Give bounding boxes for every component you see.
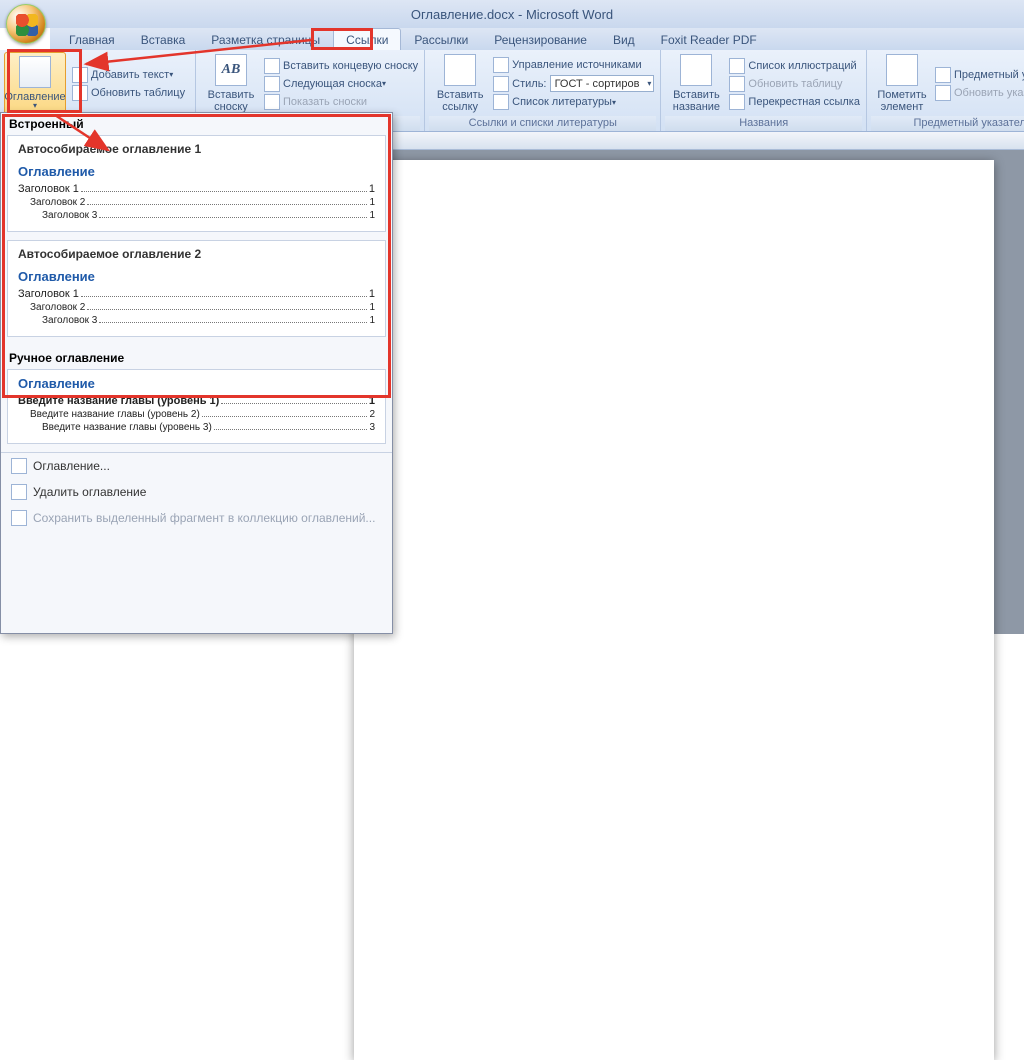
toc-save-command: Сохранить выделенный фрагмент в коллекци…: [1, 505, 392, 531]
add-text-button[interactable]: Добавить текст: [70, 66, 187, 84]
insert-footnote-button[interactable]: AB Вставить сноску: [200, 52, 262, 115]
toc-button[interactable]: Оглавление: [4, 52, 66, 115]
gallery-item-title: Оглавление: [18, 376, 375, 391]
window-title: Оглавление.docx - Microsoft Word: [411, 7, 613, 22]
mark-index-label: Пометить элемент: [877, 89, 926, 113]
update-index-button: Обновить указатель: [933, 84, 1024, 102]
citations-group-label: Ссылки и списки литературы: [429, 116, 656, 131]
citation-icon: [444, 54, 476, 86]
next-footnote-button[interactable]: Следующая сноска: [262, 75, 420, 93]
style-icon: [493, 76, 509, 92]
update-figures-icon: [729, 76, 745, 92]
workspace: [294, 150, 1024, 634]
gallery-item-manual[interactable]: Оглавление Введите название главы (урове…: [7, 369, 386, 444]
toc-remove-command[interactable]: Удалить оглавление: [1, 479, 392, 505]
document-page[interactable]: [354, 160, 994, 1060]
citation-style-row: Стиль: ГОСТ - сортиров: [491, 74, 656, 93]
gallery-item-name: Автособираемое оглавление 2: [18, 247, 375, 261]
toc-custom-command[interactable]: Оглавление...: [1, 453, 392, 479]
insert-endnote-button[interactable]: Вставить концевую сноску: [262, 57, 420, 75]
update-toc-button[interactable]: Обновить таблицу: [70, 84, 187, 102]
footnote-icon: AB: [215, 54, 247, 86]
tab-review[interactable]: Рецензирование: [481, 28, 600, 50]
toc-gallery: Встроенный Автособираемое оглавление 1 О…: [0, 112, 393, 634]
mark-index-icon: [886, 54, 918, 86]
toc-remove-icon: [11, 484, 27, 500]
horizontal-ruler: [294, 132, 1024, 150]
manage-sources-button[interactable]: Управление источниками: [491, 56, 656, 74]
manage-sources-icon: [493, 57, 509, 73]
tab-foxit[interactable]: Foxit Reader PDF: [648, 28, 770, 50]
table-of-figures-button[interactable]: Список иллюстраций: [727, 57, 862, 75]
tab-references[interactable]: Ссылки: [333, 28, 401, 50]
insert-index-button[interactable]: Предметный указатель: [933, 66, 1024, 84]
gallery-item-name: Автособираемое оглавление 1: [18, 142, 375, 156]
insert-caption-button[interactable]: Вставить название: [665, 52, 727, 115]
insert-index-icon: [935, 67, 951, 83]
tab-mailings[interactable]: Рассылки: [401, 28, 481, 50]
toc-icon: [19, 56, 51, 88]
tab-view[interactable]: Вид: [600, 28, 648, 50]
cross-reference-button[interactable]: Перекрестная ссылка: [727, 93, 862, 111]
bibliography-button[interactable]: Список литературы: [491, 93, 656, 111]
gallery-item-auto1[interactable]: Автособираемое оглавление 1 Оглавление З…: [7, 135, 386, 232]
add-text-icon: [72, 67, 88, 83]
captions-group-label: Названия: [665, 116, 862, 131]
endnote-icon: [264, 58, 280, 74]
insert-citation-label: Вставить ссылку: [437, 89, 484, 113]
citation-style-combo[interactable]: ГОСТ - сортиров: [550, 75, 655, 92]
bibliography-icon: [493, 94, 509, 110]
cross-ref-icon: [729, 94, 745, 110]
insert-caption-label: Вставить название: [673, 89, 720, 113]
gallery-builtin-header: Встроенный: [1, 113, 392, 133]
gallery-item-title: Оглавление: [18, 164, 375, 179]
tab-insert[interactable]: Вставка: [128, 28, 199, 50]
tab-home[interactable]: Главная: [56, 28, 128, 50]
mark-index-button[interactable]: Пометить элемент: [871, 52, 933, 115]
update-index-icon: [935, 85, 951, 101]
show-notes-icon: [264, 94, 280, 110]
ribbon-tabs: Главная Вставка Разметка страницы Ссылки…: [50, 28, 1024, 50]
insert-footnote-label: Вставить сноску: [208, 89, 255, 113]
toc-save-icon: [11, 510, 27, 526]
tab-layout[interactable]: Разметка страницы: [198, 28, 333, 50]
update-figures-button: Обновить таблицу: [727, 75, 862, 93]
gallery-item-title: Оглавление: [18, 269, 375, 284]
gallery-item-auto2[interactable]: Автособираемое оглавление 2 Оглавление З…: [7, 240, 386, 337]
next-footnote-icon: [264, 76, 280, 92]
gallery-manual-header: Ручное оглавление: [1, 345, 392, 367]
show-notes-button: Показать сноски: [262, 93, 420, 111]
toc-custom-icon: [11, 458, 27, 474]
toc-button-label: Оглавление: [4, 91, 65, 103]
office-button[interactable]: [6, 4, 46, 44]
caption-icon: [680, 54, 712, 86]
figures-icon: [729, 58, 745, 74]
insert-citation-button[interactable]: Вставить ссылку: [429, 52, 491, 115]
index-group-label: Предметный указатель: [871, 116, 1024, 131]
update-icon: [72, 85, 88, 101]
